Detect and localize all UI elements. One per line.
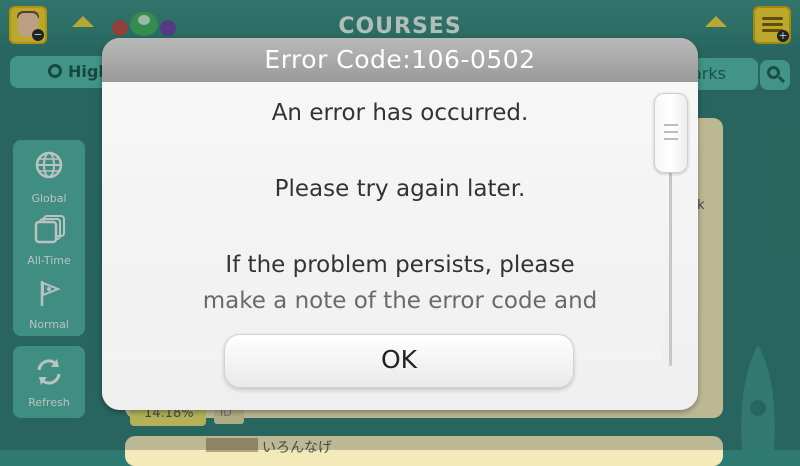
ok-button[interactable]: OK (224, 334, 574, 388)
scrollbar-track[interactable] (669, 154, 672, 366)
error-dialog: Error Code:106-0502 An error has occurre… (102, 38, 698, 410)
error-message-line: Please try again later. (274, 176, 526, 202)
error-message-line: If the problem persists, please (225, 252, 575, 278)
dialog-body[interactable]: An error has occurred. Please try again … (102, 82, 698, 410)
grip-line (664, 124, 678, 126)
error-code-title: Error Code:106-0502 (264, 45, 536, 74)
error-message-line: make a note of the error code and (202, 288, 598, 314)
scrollbar-thumb[interactable] (654, 93, 688, 173)
dialog-header: Error Code:106-0502 (102, 38, 698, 82)
grip-line (664, 131, 678, 133)
error-message-line: An error has occurred. (271, 100, 529, 126)
grip-line (664, 138, 678, 140)
